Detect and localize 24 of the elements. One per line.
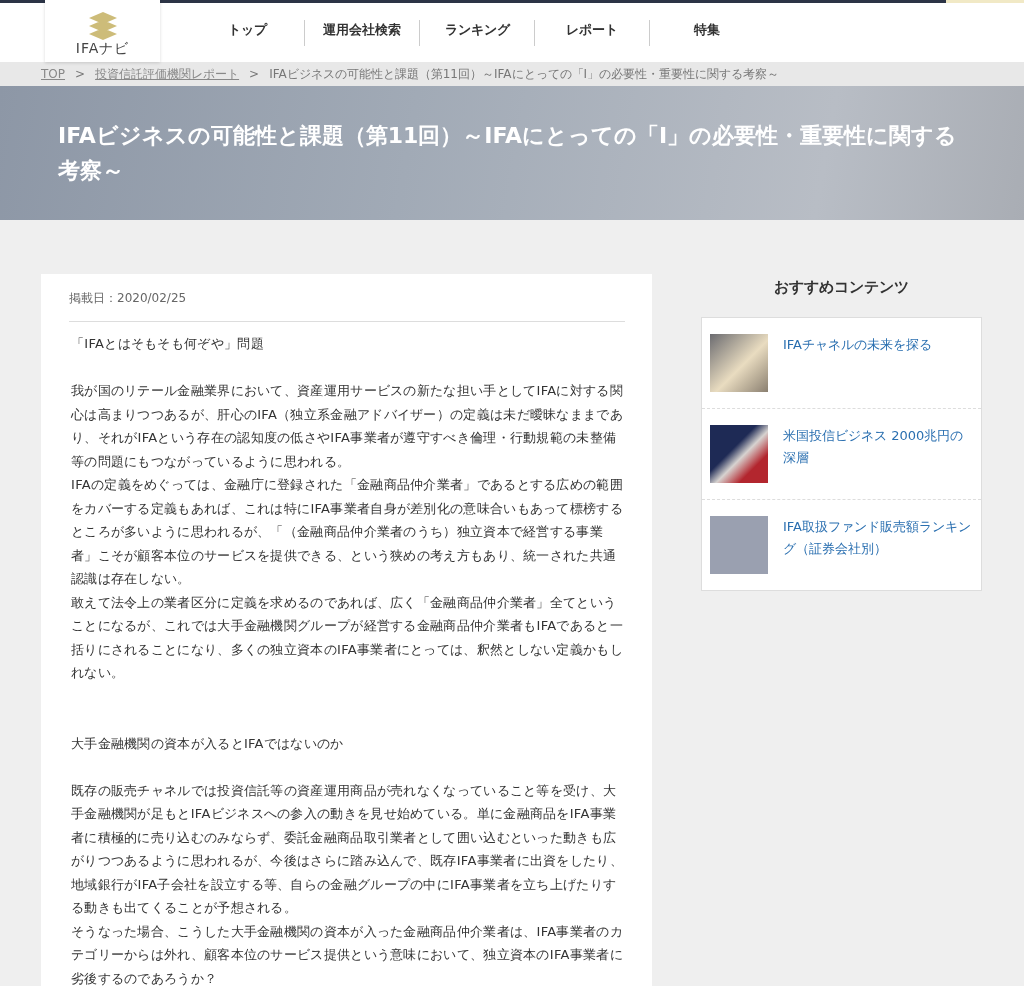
body-paragraph: IFAの定義をめぐっては、金融庁に登録された「金融商品仲介業者」であるとする広めの範囲をカバーする定義もあれば、これは特にIFA事業者自身が差別化の意味合いもあって標榜するところが多いように思われるが、「（金融商品仲介業者のうち）独立資本で経営する事業者」こそが顧客本位のサービスを提供できる、という狭めの考え方もあり、統一された共通認識は存在しない。 xyxy=(71,476,624,588)
logo-card[interactable]: IFAナビ xyxy=(45,0,160,62)
breadcrumb-separator: > xyxy=(75,67,86,81)
photo-placeholder[interactable] xyxy=(710,425,768,483)
nav-link[interactable]: レポート xyxy=(535,20,649,39)
article-link[interactable]: IFA取扱ファンド販売額ランキング（証券会社別） xyxy=(783,516,973,574)
article-link[interactable]: 米国投信ビジネス 2000兆円の深層 xyxy=(783,425,973,483)
article-link[interactable]: IFAチャネルの未来を探る xyxy=(783,334,932,392)
body-paragraph: 我が国のリテール金融業界において、資産運用サービスの新たな担い手としてIFAに対する関心は高まりつつあるが、肝心のIFA（独立系金融アドバイザー）の定義は未だ曖昧なままであり、それがIFAという存在の認知度の低さやIFA事業者が遵守すべき倫理・行動規範の未整備等の問題にもつながっているように思われる。 xyxy=(71,382,624,471)
section-heading: 「IFAとはそもそも何ぞや」問題 xyxy=(71,335,265,353)
body-paragraph: 敢えて法令上の業者区分に定義を求めるのであれば、広く「金融商品仲介業者」全てということになるが、これでは大手金融機関グループが経営する金融商品仲介業者もIFAであると一括りにされることになり、多くの独立資本のIFA事業者にとっては、釈然としない定義かもしれない。 xyxy=(71,593,624,682)
breadcrumb-separator: > xyxy=(249,67,260,81)
publish-date: 掲載日：2020/02/25 xyxy=(69,274,625,322)
breadcrumb-current: IFAビジネスの可能性と課題（第11回）～IFAにとっての「I」の必要性・重要性に関する考察～ xyxy=(269,65,780,83)
nav-link[interactable]: 運用会社検索 xyxy=(305,20,419,39)
sidebar-heading: おすすめコンテンツ xyxy=(773,277,910,298)
nav-link[interactable]: トップ xyxy=(190,20,304,39)
page-title: IFAビジネスの可能性と課題（第11回）～IFAにとっての「I」の必要性・重要性に関する考察～ xyxy=(58,122,959,185)
section-heading: 大手金融機関の資本が入るとIFAではないのか xyxy=(71,734,345,753)
nav-link[interactable]: ランキング xyxy=(420,20,534,39)
body-paragraph: 既存の販売チャネルでは投資信託等の資産運用商品が売れなくなっていること等を受け、大手金融機関が足もとIFAビジネスへの参入の動きを見せ始めている。単に金融商品をIFA事業者に積極的に売り込むのみならず、委託金融商品取引業者として囲い込むといった動きも広がりつつあるように思われるが、今後はさらに踏み込んで、既存IFA事業者に出資をしたり、地域銀行がIFA子会社を設立する等、自らの金融グループの中にIFA事業者を立ち上げたりする動きも出てくることが予想される。 xyxy=(71,781,624,917)
nav-link[interactable]: 特集 xyxy=(650,20,764,39)
body-paragraph: そうなった場合、こうした大手金融機関の資本が入った金融商品仲介業者は、IFA事業者のカテゴリーからは外れ、顧客本位のサービス提供という意味において、独立資本のIFA事業者に劣後するのであろうか？ xyxy=(71,922,624,986)
logo-text: IFAナビ xyxy=(75,40,130,58)
